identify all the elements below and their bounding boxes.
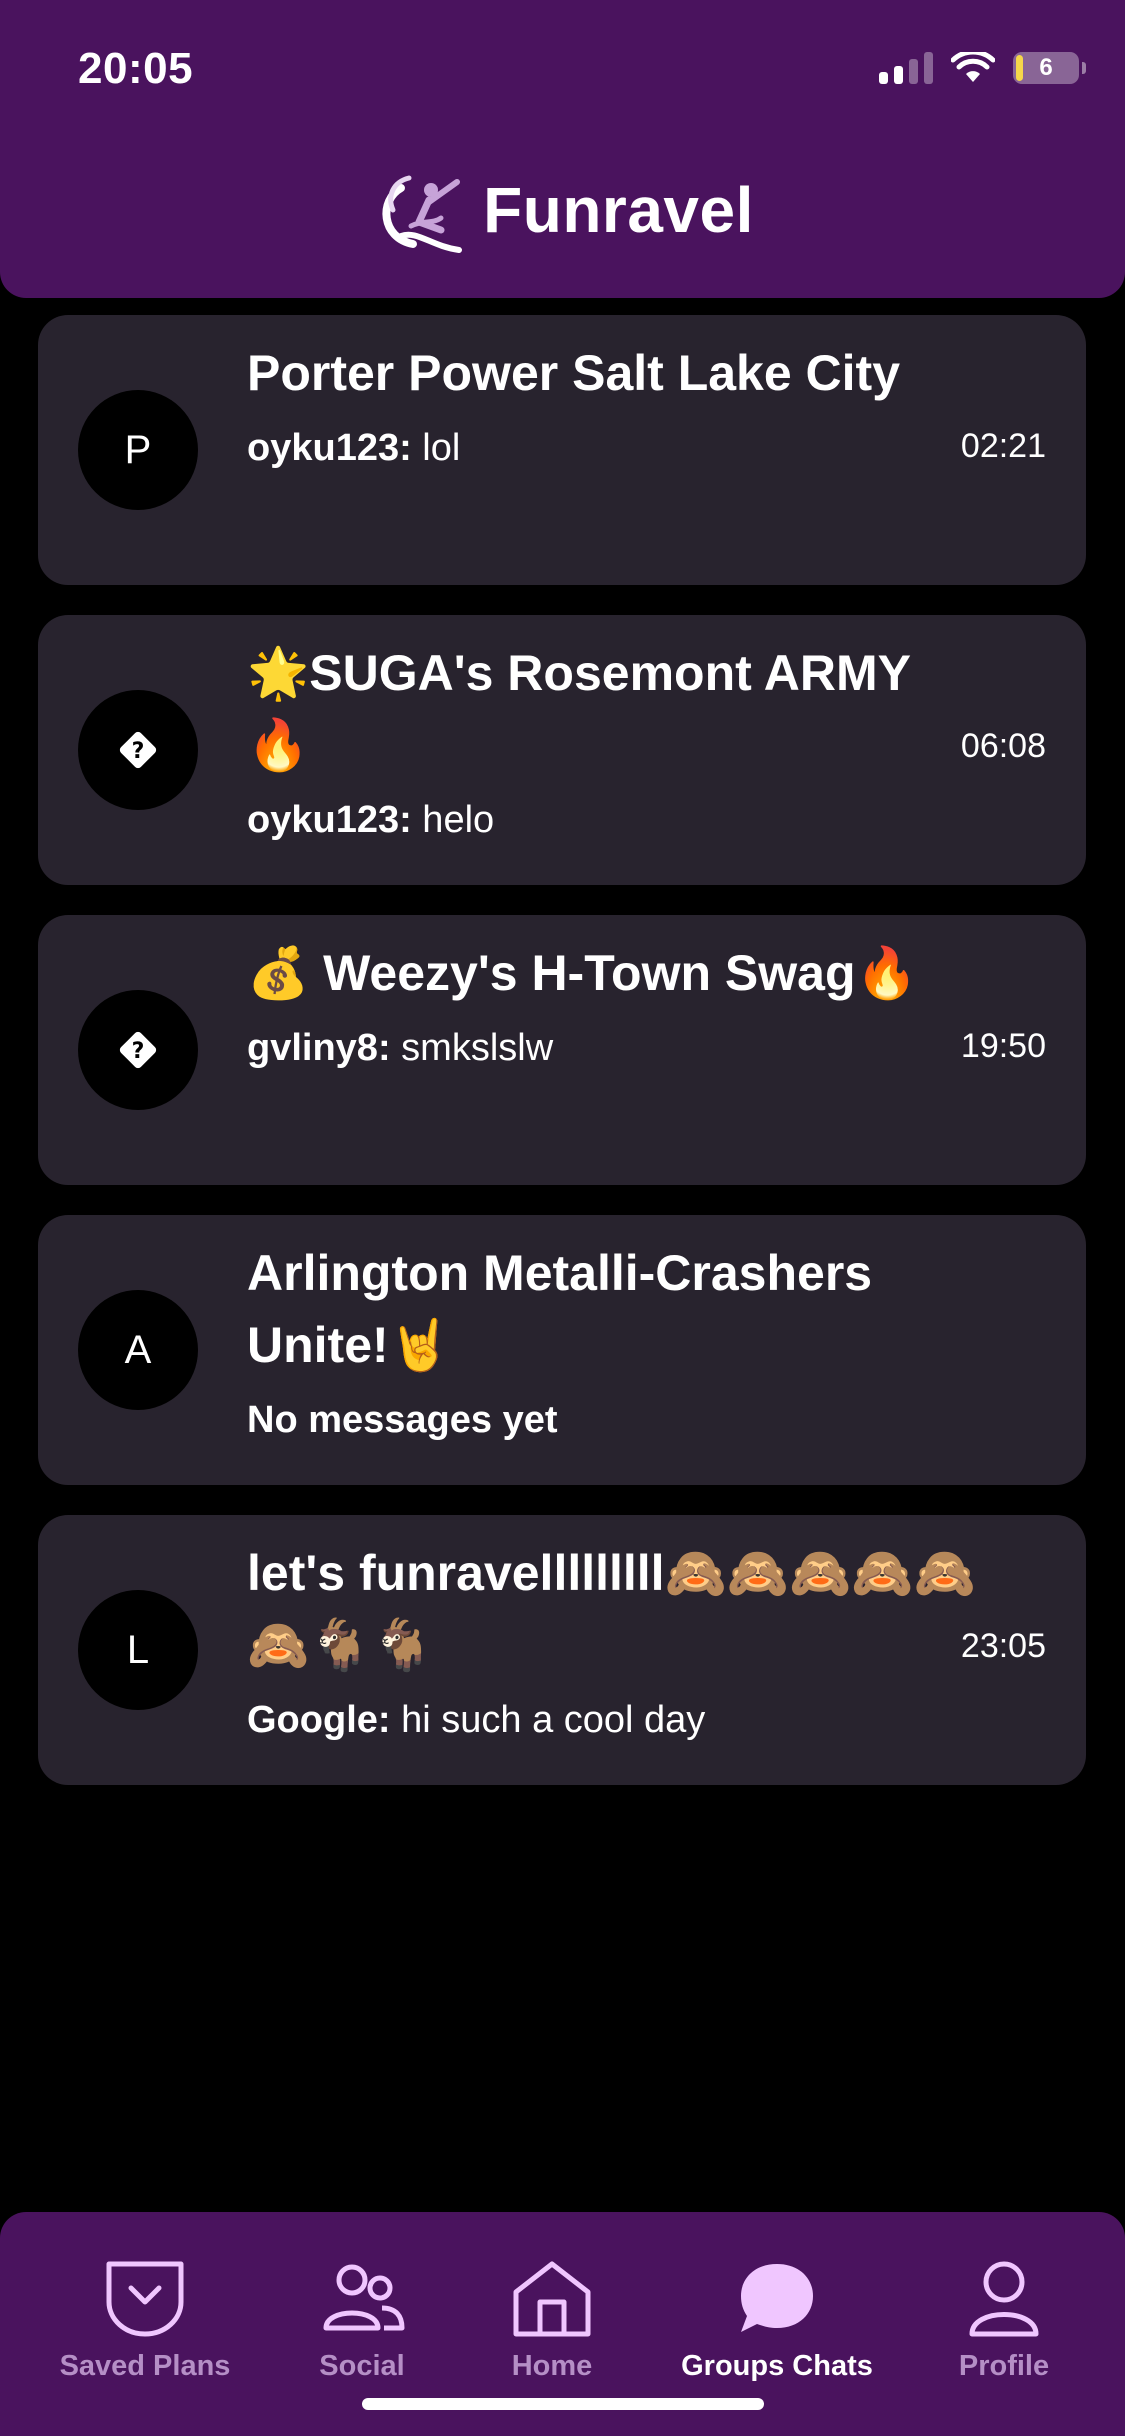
chat-message: helo [411,799,495,841]
chat-preview: oyku123: lol [247,427,977,470]
status-icons: 6 [879,52,1086,84]
chat-title: 💰 Weezy's H-Town Swag🔥 [247,945,918,1001]
status-time: 20:05 [78,44,194,93]
battery-level: 6 [1039,54,1053,81]
chat-card[interactable]: A Arlington Metalli-Crashers Unite!🤘 No … [38,1215,1086,1485]
chat-time: 02:21 [960,427,1046,465]
chat-sender: No messages yet [247,1399,558,1441]
chat-card[interactable]: ? 💰 Weezy's H-Town Swag🔥 gvliny8: smksls… [38,915,1086,1185]
svg-text:?: ? [132,1039,145,1064]
cellular-signal-icon [879,52,933,84]
home-icon [513,2261,591,2337]
nav-social[interactable]: Social [300,2258,424,2383]
nav-label: Profile [958,2350,1050,2382]
unknown-avatar-icon: ? [119,731,157,769]
status-bar: 20:05 6 [0,0,1125,140]
wifi-icon [951,52,995,82]
avatar: ? [78,690,198,810]
home-indicator[interactable] [362,2398,764,2410]
chat-preview: No messages yet [247,1399,977,1442]
profile-icon [969,2261,1039,2337]
chat-card[interactable]: L let's funravelllllllll🙈🙈🙈🙈🙈🙈🐐🐐 Google:… [38,1515,1086,1785]
chat-card[interactable]: ? 🌟SUGA's Rosemont ARMY 🔥 oyku123: helo … [38,615,1086,885]
avatar: P [78,390,198,510]
chat-bubble-icon [741,2264,813,2332]
chat-sender: oyku123: [247,427,412,469]
brand: Funravel [0,160,1125,260]
chat-sender: gvliny8: [247,1027,391,1069]
nav-label: Groups Chats [681,2350,873,2382]
chat-time: 06:08 [960,727,1046,765]
battery-icon: 6 [1013,52,1086,84]
chat-title: 🌟SUGA's Rosemont ARMY 🔥 [247,645,911,773]
chat-preview: oyku123: helo [247,799,977,842]
funravel-logo-icon [382,175,463,253]
nav-saved-plans[interactable]: Saved Plans [58,2258,232,2383]
nav-group-chats[interactable]: Groups Chats [672,2258,882,2383]
nav-label: Home [511,2350,593,2382]
chat-preview: Google: hi such a cool day [247,1699,977,1742]
nav-label: Saved Plans [59,2350,231,2382]
app-title: Funravel [483,174,754,246]
nav-home[interactable]: Home [492,2258,612,2383]
nav-profile[interactable]: Profile [944,2258,1064,2383]
chat-sender: Google: [247,1699,391,1741]
chat-message: lol [411,427,461,469]
chat-time: 19:50 [960,1027,1046,1065]
svg-text:?: ? [132,739,145,764]
group-chat-list: P Porter Power Salt Lake City oyku123: l… [38,315,1086,1815]
chat-message: smkslslw [390,1027,554,1069]
chat-title: Arlington Metalli-Crashers Unite!🤘 [247,1245,873,1373]
avatar: A [78,1290,198,1410]
unknown-avatar-icon: ? [119,1031,157,1069]
avatar: ? [78,990,198,1110]
chat-title: let's funravelllllllll🙈🙈🙈🙈🙈🙈🐐🐐 [247,1545,976,1673]
chat-time: 23:05 [960,1627,1046,1665]
saved-plans-icon [106,2261,184,2337]
avatar: L [78,1590,198,1710]
social-icon [323,2264,405,2331]
chat-card[interactable]: P Porter Power Salt Lake City oyku123: l… [38,315,1086,585]
chat-message: hi such a cool day [390,1699,706,1741]
nav-label: Social [319,2350,405,2382]
app-header: 20:05 6 Funravel [0,0,1125,298]
chat-preview: gvliny8: smkslslw [247,1027,977,1070]
chat-title: Porter Power Salt Lake City [247,345,901,401]
chat-sender: oyku123: [247,799,412,841]
